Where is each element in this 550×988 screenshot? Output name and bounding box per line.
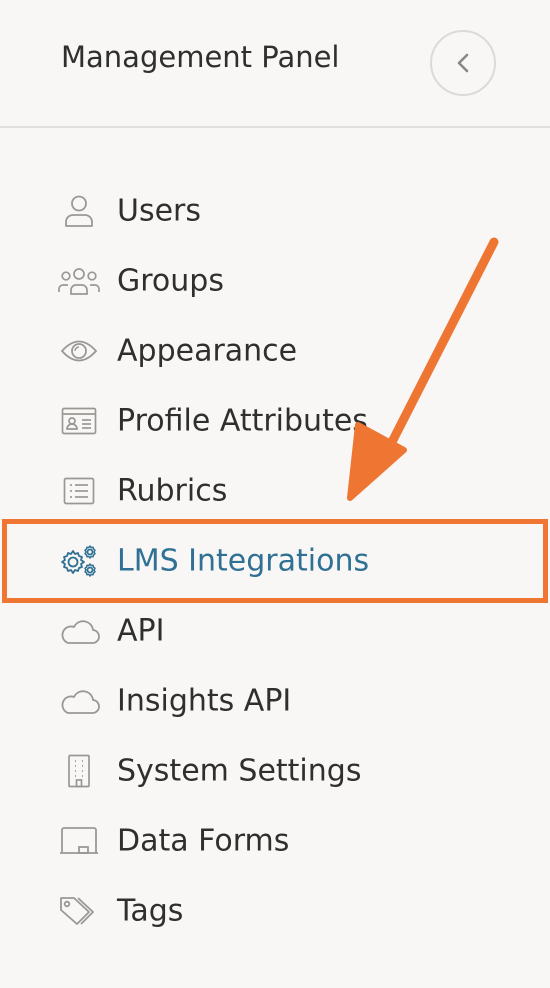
page-title: Management Panel [61, 40, 340, 74]
building-icon [58, 754, 100, 788]
sidebar-item-tags[interactable]: Tags [0, 876, 550, 946]
sidebar-item-appearance[interactable]: Appearance [0, 316, 550, 386]
id-card-icon [58, 404, 100, 438]
sidebar-item-rubrics[interactable]: Rubrics [0, 456, 550, 526]
sidebar-item-label: Insights API [117, 683, 292, 719]
sidebar-item-groups[interactable]: Groups [0, 246, 550, 316]
list-icon [58, 474, 100, 508]
sidebar-item-users[interactable]: Users [0, 176, 550, 246]
sidebar-item-label: Groups [117, 263, 224, 299]
chevron-left-icon [457, 53, 469, 73]
sidebar-item-api[interactable]: API [0, 596, 550, 666]
sidebar-item-label: Tags [117, 893, 184, 929]
sidebar-item-label: Data Forms [117, 823, 290, 859]
sidebar-item-system-settings[interactable]: System Settings [0, 736, 550, 806]
sidebar-nav: Users Groups Appearance Profile Attribut… [0, 176, 550, 946]
eye-icon [58, 334, 100, 368]
sidebar-item-label: LMS Integrations [117, 543, 370, 579]
user-icon [58, 194, 100, 228]
gears-icon [58, 544, 100, 578]
sidebar-item-label: System Settings [117, 753, 362, 789]
sidebar-item-label: Rubrics [117, 473, 228, 509]
sidebar-item-label: Appearance [117, 333, 298, 369]
sidebar-item-data-forms[interactable]: Data Forms [0, 806, 550, 876]
sidebar-item-profile-attributes[interactable]: Profile Attributes [0, 386, 550, 456]
collapse-button[interactable] [430, 30, 496, 96]
sidebar-item-insights-api[interactable]: Insights API [0, 666, 550, 736]
form-icon [58, 824, 100, 858]
sidebar-item-lms-integrations[interactable]: LMS Integrations [0, 526, 550, 596]
sidebar-item-label: Profile Attributes [117, 403, 368, 439]
tags-icon [58, 894, 100, 928]
sidebar-item-label: Users [117, 193, 202, 229]
cloud-icon [58, 614, 100, 648]
sidebar-item-label: API [117, 613, 165, 649]
panel-header: Management Panel [0, 0, 550, 128]
cloud-icon [58, 684, 100, 718]
groups-icon [58, 264, 100, 298]
